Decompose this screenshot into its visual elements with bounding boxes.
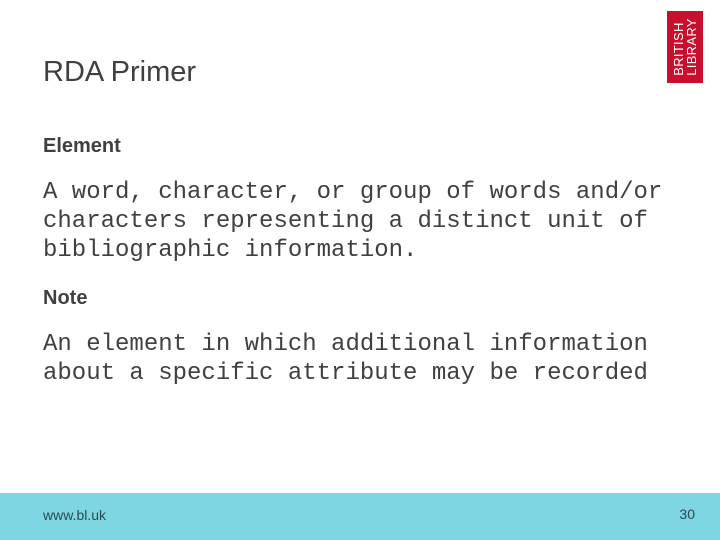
logo-line-library: LIBRARY xyxy=(684,18,699,76)
section-heading-note: Note xyxy=(43,287,88,309)
footer-bar: www.bl.uk 30 xyxy=(0,493,720,540)
slide-title: RDA Primer xyxy=(43,56,197,88)
footer-url: www.bl.uk xyxy=(43,507,107,523)
logo-text: BRITISH LIBRARY xyxy=(671,18,699,76)
section-text-element: A word, character, or group of words and… xyxy=(43,179,663,264)
section-text-note: An element in which additional informati… xyxy=(43,331,648,387)
page-number: 30 xyxy=(679,506,695,522)
section-heading-element: Element xyxy=(43,135,121,157)
british-library-logo: BRITISH LIBRARY xyxy=(667,11,703,83)
